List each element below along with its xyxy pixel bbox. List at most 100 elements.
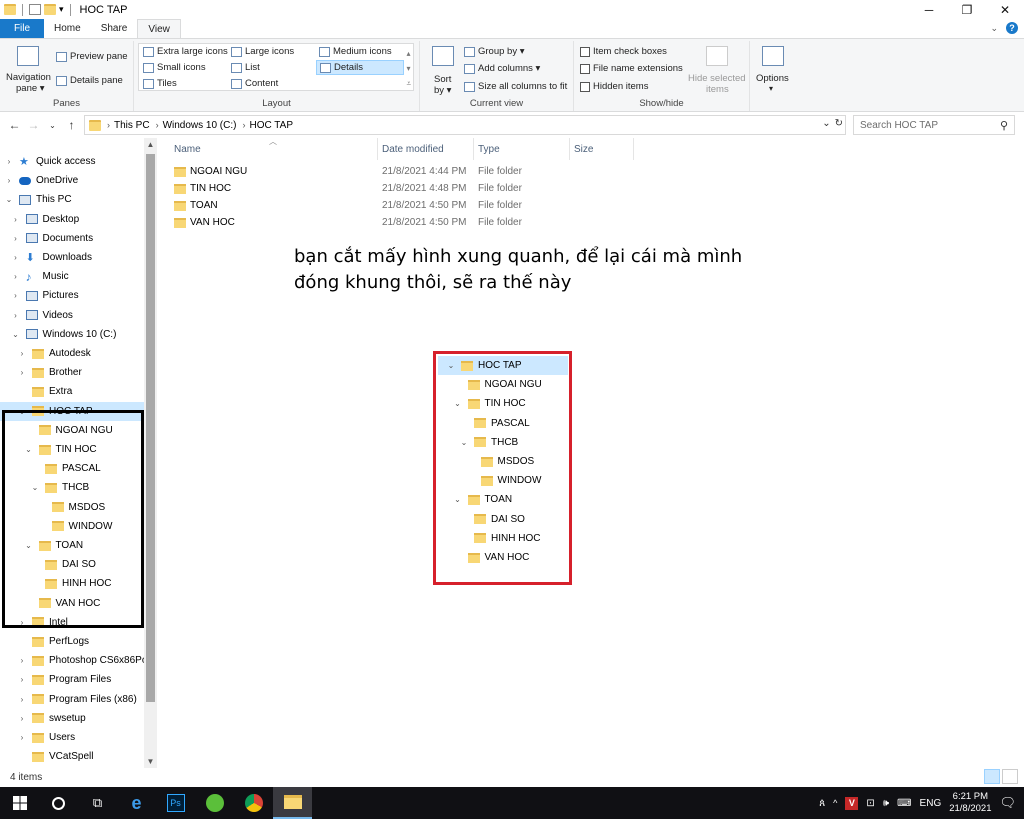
address-dropdown-icon[interactable]: ⌄	[822, 118, 830, 129]
nav-item[interactable]: › Documents	[0, 229, 144, 248]
start-button[interactable]	[0, 787, 39, 819]
expand-chevron-icon[interactable]: ›	[11, 311, 21, 320]
file-row[interactable]: TIN HOC 21/8/2021 4:48 PM File folder	[174, 180, 634, 197]
show-hidden-icons[interactable]: ^	[833, 798, 837, 808]
recent-locations-icon[interactable]: ⌄	[43, 121, 62, 130]
task-view-button[interactable]: ⧉	[78, 787, 117, 819]
expand-chevron-icon[interactable]: ›	[17, 656, 27, 665]
nav-item[interactable]: › Autodesk	[0, 344, 144, 363]
nav-item[interactable]: DAI SO	[0, 555, 144, 574]
file-row[interactable]: NGOAI NGU 21/8/2021 4:44 PM File folder	[174, 163, 634, 180]
edge-button[interactable]: e	[117, 787, 156, 819]
nav-item[interactable]: Extra	[0, 382, 144, 401]
nav-item[interactable]: › Desktop	[0, 210, 144, 229]
expand-chevron-icon[interactable]: ›	[4, 176, 14, 185]
nav-item[interactable]: MSDOS	[0, 498, 144, 517]
nav-item[interactable]: › ♪ Music	[0, 267, 144, 286]
column-separator[interactable]	[473, 138, 474, 160]
column-separator[interactable]	[569, 138, 570, 160]
notification-icon[interactable]: 🗨	[999, 795, 1016, 811]
column-separator[interactable]	[633, 138, 634, 160]
clock[interactable]: 6:21 PM 21/8/2021	[949, 791, 991, 815]
nav-item[interactable]: NGOAI NGU	[0, 421, 144, 440]
language-indicator[interactable]: ENG	[920, 798, 942, 809]
sort-by-label[interactable]: Sort	[434, 74, 451, 85]
scroll-thumb[interactable]	[146, 154, 155, 702]
sort-by-label-2[interactable]: by ▾	[434, 85, 451, 96]
new-folder-icon[interactable]	[44, 4, 56, 15]
nav-item[interactable]: ⌄ Windows 10 (C:)	[0, 325, 144, 344]
collapse-ribbon-icon[interactable]: ⌄	[990, 23, 998, 34]
add-columns-button[interactable]: Add columns ▾	[464, 63, 540, 74]
large-icons-option[interactable]: Large icons	[231, 46, 294, 57]
nav-item[interactable]: › Videos	[0, 306, 144, 325]
item-check-boxes-toggle[interactable]: Item check boxes	[580, 46, 667, 57]
nav-item[interactable]: › OneDrive	[0, 171, 144, 190]
nav-item[interactable]: PASCAL	[0, 459, 144, 478]
nav-item[interactable]: ⌄ TIN HOC	[0, 440, 144, 459]
tab-share[interactable]: Share	[91, 19, 138, 38]
expand-chevron-icon[interactable]: ›	[17, 714, 27, 723]
size-all-columns-button[interactable]: Size all columns to fit	[464, 81, 567, 92]
chevron-right-icon[interactable]: ›	[242, 120, 245, 130]
properties-icon[interactable]	[29, 4, 41, 15]
tab-view[interactable]: View	[137, 19, 181, 38]
navigation-pane-label[interactable]: Navigation	[6, 72, 51, 83]
nav-item[interactable]: › Program Files (x86)	[0, 690, 144, 709]
chrome-button[interactable]	[234, 787, 273, 819]
nav-item[interactable]: HINH HOC	[0, 574, 144, 593]
expand-chevron-icon[interactable]: ⌄	[11, 330, 21, 339]
nav-item[interactable]: › Brother	[0, 363, 144, 382]
file-name-extensions-toggle[interactable]: File name extensions	[580, 63, 683, 74]
search-icon[interactable]: ⚲	[1000, 119, 1008, 132]
scroll-down-icon[interactable]: ▼	[144, 757, 157, 766]
scroll-up-icon[interactable]: ▲	[144, 140, 157, 149]
preview-pane-button[interactable]: Preview pane	[56, 51, 128, 62]
file-row[interactable]: TOAN 21/8/2021 4:50 PM File folder	[174, 197, 634, 214]
network-icon[interactable]: ⊡	[866, 798, 874, 809]
nav-item[interactable]: WINDOW	[0, 517, 144, 536]
nav-item[interactable]: › Program Files	[0, 670, 144, 689]
file-explorer-button[interactable]	[273, 787, 312, 819]
tab-home[interactable]: Home	[44, 19, 91, 38]
details-option[interactable]: Details	[316, 60, 404, 75]
details-pane-button[interactable]: Details pane	[56, 75, 123, 86]
column-header-size[interactable]: Size	[574, 144, 593, 155]
options-label[interactable]: Options	[756, 73, 789, 84]
nav-item[interactable]: › ★ Quick access	[0, 152, 144, 171]
expand-chevron-icon[interactable]: ›	[17, 733, 27, 742]
expand-chevron-icon[interactable]: ›	[17, 675, 27, 684]
breadcrumb-drive[interactable]: Windows 10 (C:)	[163, 120, 237, 131]
people-icon[interactable]: ጰ	[819, 798, 825, 809]
help-icon[interactable]: ?	[1006, 22, 1018, 34]
sort-by-button[interactable]	[432, 46, 454, 66]
volume-icon[interactable]: 🕪	[883, 798, 889, 809]
nav-item[interactable]: › Photoshop CS6x86Port	[0, 651, 154, 670]
nav-item[interactable]: › swsetup	[0, 709, 144, 728]
expand-chevron-icon[interactable]: ⌄	[30, 483, 40, 492]
navigation-pane-button[interactable]	[17, 46, 39, 66]
expand-chevron-icon[interactable]: ›	[17, 695, 27, 704]
minimize-button[interactable]: ─	[910, 0, 948, 19]
up-button[interactable]: ↑	[62, 118, 81, 132]
search-taskbar-button[interactable]	[39, 787, 78, 819]
breadcrumb-this-pc[interactable]: This PC	[114, 120, 150, 131]
expand-chevron-icon[interactable]: ›	[11, 234, 21, 243]
nav-item[interactable]: ⌄ This PC	[0, 190, 144, 209]
expand-chevron-icon[interactable]: ›	[11, 215, 21, 224]
nav-scrollbar[interactable]: ▲ ▼	[144, 138, 157, 768]
options-button[interactable]	[762, 46, 784, 66]
list-option[interactable]: List	[231, 62, 260, 73]
hidden-items-toggle[interactable]: Hidden items	[580, 81, 648, 92]
expand-chevron-icon[interactable]: ›	[11, 253, 21, 262]
nav-item[interactable]: VAN HOC	[0, 594, 144, 613]
file-row[interactable]: VAN HOC 21/8/2021 4:50 PM File folder	[174, 214, 634, 231]
content-option[interactable]: Content	[231, 78, 278, 89]
nav-item[interactable]: › Pictures	[0, 286, 144, 305]
restore-button[interactable]: ❐	[948, 0, 986, 19]
nav-item[interactable]: ⌄ TOAN	[0, 536, 144, 555]
expand-chevron-icon[interactable]: ›	[11, 291, 21, 300]
chevron-right-icon[interactable]: ›	[156, 120, 159, 130]
hide-selected-button[interactable]	[706, 46, 728, 66]
medium-icons-option[interactable]: Medium icons	[319, 46, 392, 57]
